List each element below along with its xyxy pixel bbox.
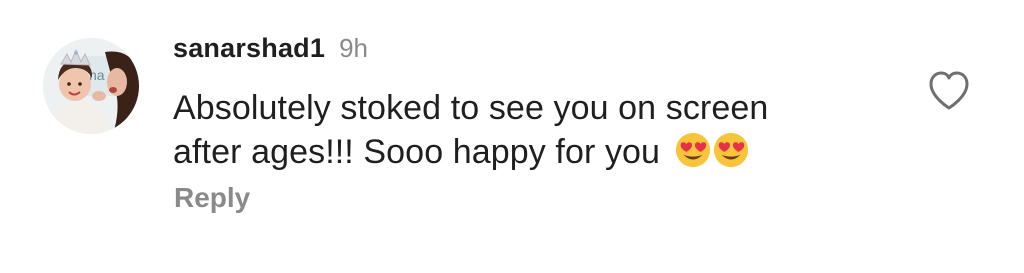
comment-text-line-1: Absolutely stoked to see you on screen [173,89,769,127]
heart-eyes-emoji [675,132,710,168]
avatar-photo: ha [43,38,139,134]
comment-text-line-2: after ages!!! Sooo happy for you [173,133,661,171]
comment-header: sanarshad1 9h [173,33,368,64]
avatar[interactable]: ha [43,38,139,134]
reply-button[interactable]: Reply [174,182,250,214]
username-link[interactable]: sanarshad1 [173,33,325,64]
comment-text: Absolutely stoked to see you on screen a… [173,86,893,174]
heart-outline-icon[interactable] [927,70,971,112]
comment-item: ha sanarshad1 9h Absolutely stoked to se… [0,0,1024,273]
comment-timestamp: 9h [339,33,369,63]
heart-eyes-emoji [713,132,748,168]
